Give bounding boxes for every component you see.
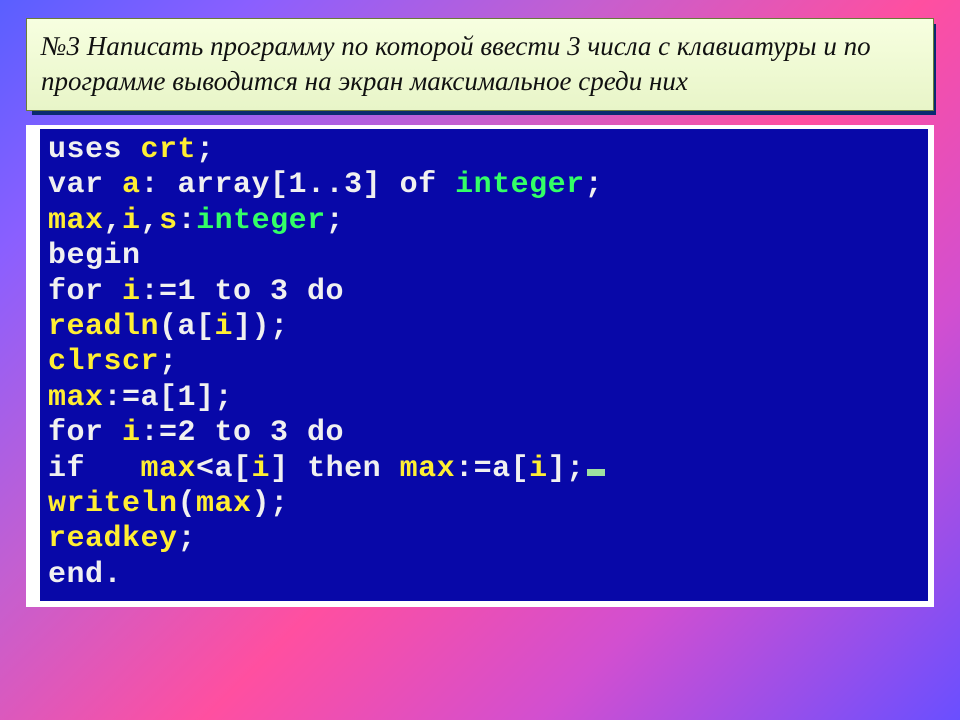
- code-line-12: readkey;: [48, 522, 196, 556]
- task-text: №3 Написать программу по которой ввести …: [26, 18, 934, 111]
- code-area: uses crt; var a: array[1..3] of integer;…: [30, 129, 928, 601]
- cursor-icon: [587, 469, 606, 476]
- slide: №3 Написать программу по которой ввести …: [0, 0, 960, 720]
- code-line-7: clrscr;: [48, 345, 178, 379]
- task-box: №3 Написать программу по которой ввести …: [26, 18, 934, 111]
- code-line-2: var a: array[1..3] of integer;: [48, 168, 603, 202]
- code-line-10: if max<a[i] then max:=a[i];: [48, 452, 605, 486]
- code-line-6: readln(a[i]);: [48, 310, 289, 344]
- code-line-9: for i:=2 to 3 do: [48, 416, 344, 450]
- code-line-11: writeln(max);: [48, 487, 289, 521]
- code-line-5: for i:=1 to 3 do: [48, 275, 344, 309]
- code-line-8: max:=a[1];: [48, 381, 233, 415]
- code-line-3: max,i,s:integer;: [48, 204, 344, 238]
- code-line-1: uses crt;: [48, 133, 215, 167]
- code-line-13: end.: [48, 558, 122, 592]
- code-frame: uses crt; var a: array[1..3] of integer;…: [26, 125, 934, 607]
- code-line-4: begin: [48, 239, 141, 273]
